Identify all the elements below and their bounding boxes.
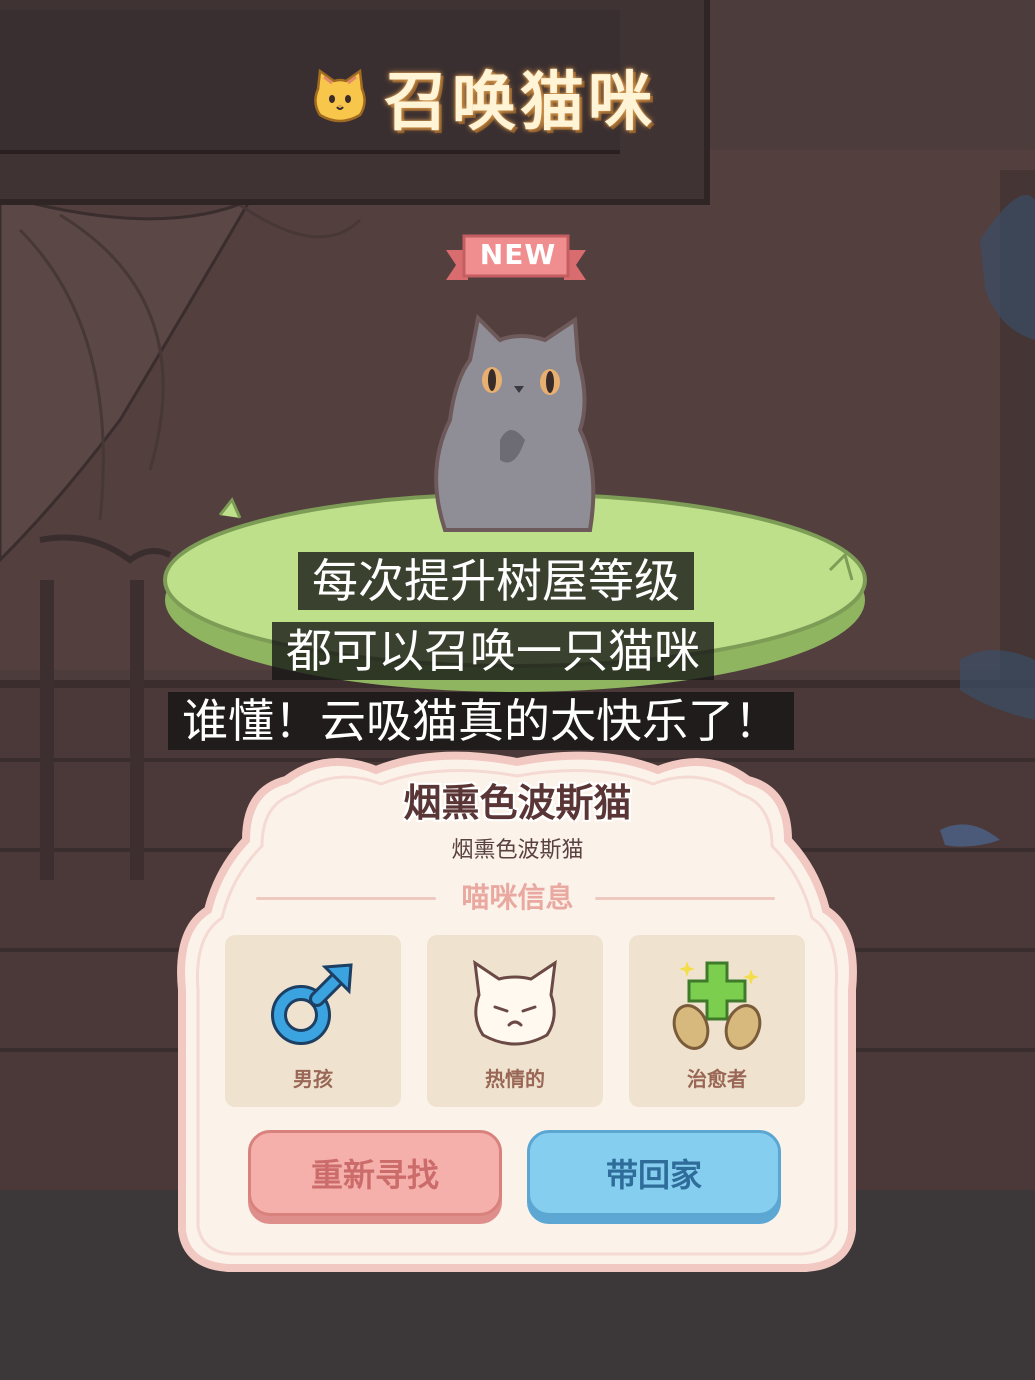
section-divider-right	[595, 897, 775, 900]
subtitle-line-3: 谁懂！云吸猫真的太快乐了！	[168, 692, 794, 750]
retry-button[interactable]: 重新寻找	[248, 1130, 502, 1216]
new-badge-label: NEW	[479, 238, 557, 271]
trait-label: 热情的	[485, 1067, 545, 1091]
subtitle-line-2: 都可以召唤一只猫咪	[272, 622, 714, 680]
page-title: 召唤猫咪	[310, 52, 656, 142]
trait-label: 治愈者	[687, 1067, 747, 1091]
trait-label: 男孩	[293, 1067, 333, 1091]
cat-breed: 烟熏色波斯猫	[451, 838, 584, 863]
male-symbol-icon	[271, 963, 353, 1045]
section-title: 喵咪信息	[461, 881, 574, 914]
subtitle-line-1: 每次提升树屋等级	[298, 552, 694, 610]
trait-card-role: 治愈者	[629, 935, 805, 1107]
take-home-button[interactable]: 带回家	[527, 1130, 781, 1216]
cat-face-icon	[473, 959, 557, 1046]
cat-face-icon	[314, 68, 366, 123]
cat-name: 烟熏色波斯猫	[403, 781, 632, 825]
trait-card-personality: 热情的	[427, 935, 603, 1107]
trait-card-gender: 男孩	[225, 935, 401, 1107]
healer-paws-icon	[672, 961, 762, 1050]
title-label: 召唤猫咪	[384, 66, 656, 140]
